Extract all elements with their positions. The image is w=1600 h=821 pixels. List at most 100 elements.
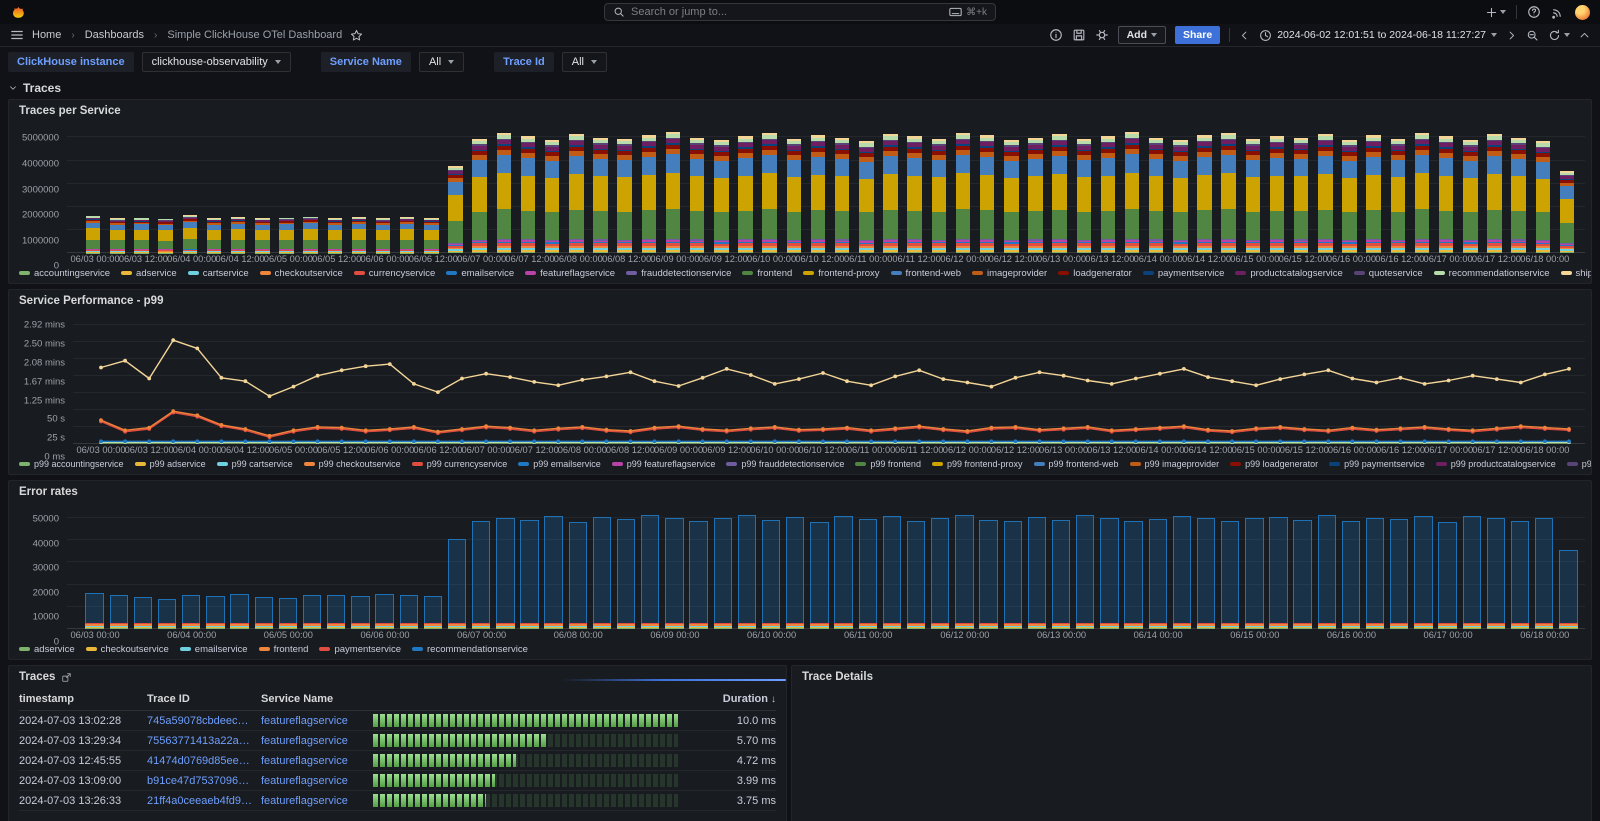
stacked-bar[interactable]	[448, 166, 462, 253]
zoom-out-icon[interactable]	[1526, 29, 1539, 42]
panel-header[interactable]: Traces	[9, 666, 786, 685]
legend-item[interactable]: adservice	[19, 644, 75, 655]
stacked-bar[interactable]	[544, 516, 562, 629]
stacked-bar[interactable]	[351, 596, 369, 629]
stacked-bar[interactable]	[207, 218, 221, 253]
table-row[interactable]: 2024-07-03 12:45:5541474d0769d85ee2828..…	[19, 751, 776, 771]
stacked-bar[interactable]	[520, 520, 538, 629]
stacked-bar[interactable]	[666, 132, 680, 253]
legend-item[interactable]: checkoutservice	[260, 268, 343, 279]
breadcrumb-dashboards[interactable]: Dashboards	[85, 29, 144, 41]
news-icon[interactable]	[1551, 5, 1565, 19]
stacked-bar[interactable]	[907, 136, 921, 253]
stacked-bar[interactable]	[1173, 140, 1187, 253]
stacked-bar[interactable]	[1487, 518, 1505, 629]
stacked-bar[interactable]	[376, 218, 390, 253]
stacked-bar[interactable]	[327, 595, 345, 629]
legend-item[interactable]: p99 imageprovider	[1130, 459, 1220, 469]
stacked-bar[interactable]	[569, 522, 587, 629]
stacked-bar[interactable]	[1318, 134, 1332, 253]
user-avatar[interactable]	[1575, 5, 1590, 20]
legend-item[interactable]: frontend	[742, 268, 792, 279]
stacked-bar[interactable]	[1366, 518, 1384, 629]
stacked-bar[interactable]	[158, 599, 176, 629]
legend-item[interactable]: productcatalogservice	[1235, 268, 1342, 279]
stacked-bar[interactable]	[1342, 140, 1356, 253]
stacked-bar[interactable]	[472, 521, 490, 629]
stacked-bar[interactable]	[1221, 133, 1235, 253]
breadcrumb-home[interactable]: Home	[32, 29, 61, 41]
stacked-bar[interactable]	[1149, 137, 1163, 253]
settings-gear-icon[interactable]	[1095, 28, 1109, 42]
grafana-logo[interactable]	[10, 4, 26, 20]
stacked-bar[interactable]	[931, 518, 949, 629]
stacked-bar[interactable]	[1463, 516, 1481, 629]
time-back-icon[interactable]	[1239, 30, 1250, 41]
stacked-bar[interactable]	[1293, 520, 1311, 629]
legend-item[interactable]: p99 quoteservice	[1567, 459, 1591, 469]
legend-item[interactable]: frontend	[259, 644, 309, 655]
cell-service-name-link[interactable]: featureflagservice	[261, 735, 373, 747]
stacked-bar[interactable]	[1173, 516, 1191, 629]
stacked-bar[interactable]	[1463, 140, 1477, 253]
stacked-bar[interactable]	[230, 594, 248, 629]
stacked-bar[interactable]	[1245, 518, 1263, 629]
legend-item[interactable]: frauddetectionservice	[626, 268, 731, 279]
legend-item[interactable]: p99 loadgenerator	[1230, 459, 1318, 469]
legend-item[interactable]: adservice	[121, 268, 177, 279]
stacked-bar[interactable]	[424, 218, 438, 253]
service-name-select[interactable]: All	[419, 52, 464, 72]
legend-item[interactable]: p99 productcatalogservice	[1436, 459, 1556, 469]
cell-service-name-link[interactable]: featureflagservice	[261, 795, 373, 807]
cell-service-name-link[interactable]: featureflagservice	[261, 775, 373, 787]
refresh-button[interactable]	[1548, 29, 1570, 42]
stacked-bar[interactable]	[714, 140, 728, 253]
stacked-bar[interactable]	[303, 595, 321, 629]
legend-item[interactable]: accountingservice	[19, 268, 110, 279]
stacked-bar[interactable]	[1125, 132, 1139, 253]
stacked-bar[interactable]	[279, 217, 293, 253]
stacked-bar[interactable]	[1197, 135, 1211, 253]
stacked-bar[interactable]	[1028, 137, 1042, 253]
help-icon[interactable]	[1527, 5, 1541, 19]
add-button[interactable]: Add	[1118, 26, 1166, 44]
stacked-bar[interactable]	[1511, 521, 1529, 629]
stacked-bar[interactable]	[1100, 518, 1118, 629]
legend-item[interactable]: p99 emailservice	[518, 459, 601, 469]
stacked-bar[interactable]	[1559, 550, 1577, 629]
stacked-bar[interactable]	[1004, 521, 1022, 629]
col-duration[interactable]: Duration↓	[690, 693, 776, 705]
stacked-bar[interactable]	[762, 520, 780, 629]
stacked-bar[interactable]	[303, 216, 317, 253]
cell-trace-id-link[interactable]: b91ce47d753709695f1d...	[147, 775, 261, 787]
cell-trace-id-link[interactable]: 75563771413a22a54618...	[147, 735, 261, 747]
stacked-bar[interactable]	[1342, 521, 1360, 629]
legend-item[interactable]: p99 featureflagservice	[612, 459, 716, 469]
stacked-bar-chart[interactable]	[67, 127, 1585, 253]
legend-item[interactable]: recommendationservice	[412, 644, 528, 655]
stacked-bar[interactable]	[859, 519, 877, 629]
stacked-bar[interactable]	[496, 518, 514, 629]
stacked-bar[interactable]	[521, 136, 535, 253]
stacked-bar[interactable]	[617, 139, 631, 253]
legend-item[interactable]: cartservice	[188, 268, 249, 279]
stacked-bar[interactable]	[714, 518, 732, 629]
panel-header[interactable]: Error rates	[9, 481, 1591, 500]
line-chart[interactable]	[73, 317, 1585, 444]
stacked-bar[interactable]	[1076, 515, 1094, 629]
col-trace-id[interactable]: Trace ID	[147, 693, 261, 705]
stacked-bar[interactable]	[279, 598, 297, 629]
stacked-bar[interactable]	[182, 595, 200, 629]
stacked-bar[interactable]	[593, 137, 607, 253]
stacked-bar[interactable]	[110, 595, 128, 629]
legend-item[interactable]: shippingservice	[1561, 268, 1591, 279]
stacked-bar[interactable]	[255, 597, 273, 629]
trace-id-select[interactable]: All	[562, 52, 607, 72]
col-timestamp[interactable]: timestamp	[19, 693, 147, 705]
legend-item[interactable]: p99 cartservice	[217, 459, 293, 469]
stacked-bar[interactable]	[1487, 134, 1501, 253]
stacked-bar[interactable]	[424, 595, 442, 629]
stacked-bar[interactable]	[1246, 139, 1260, 253]
stacked-bar[interactable]	[956, 133, 970, 253]
legend-item[interactable]: p99 accountingservice	[19, 459, 124, 469]
